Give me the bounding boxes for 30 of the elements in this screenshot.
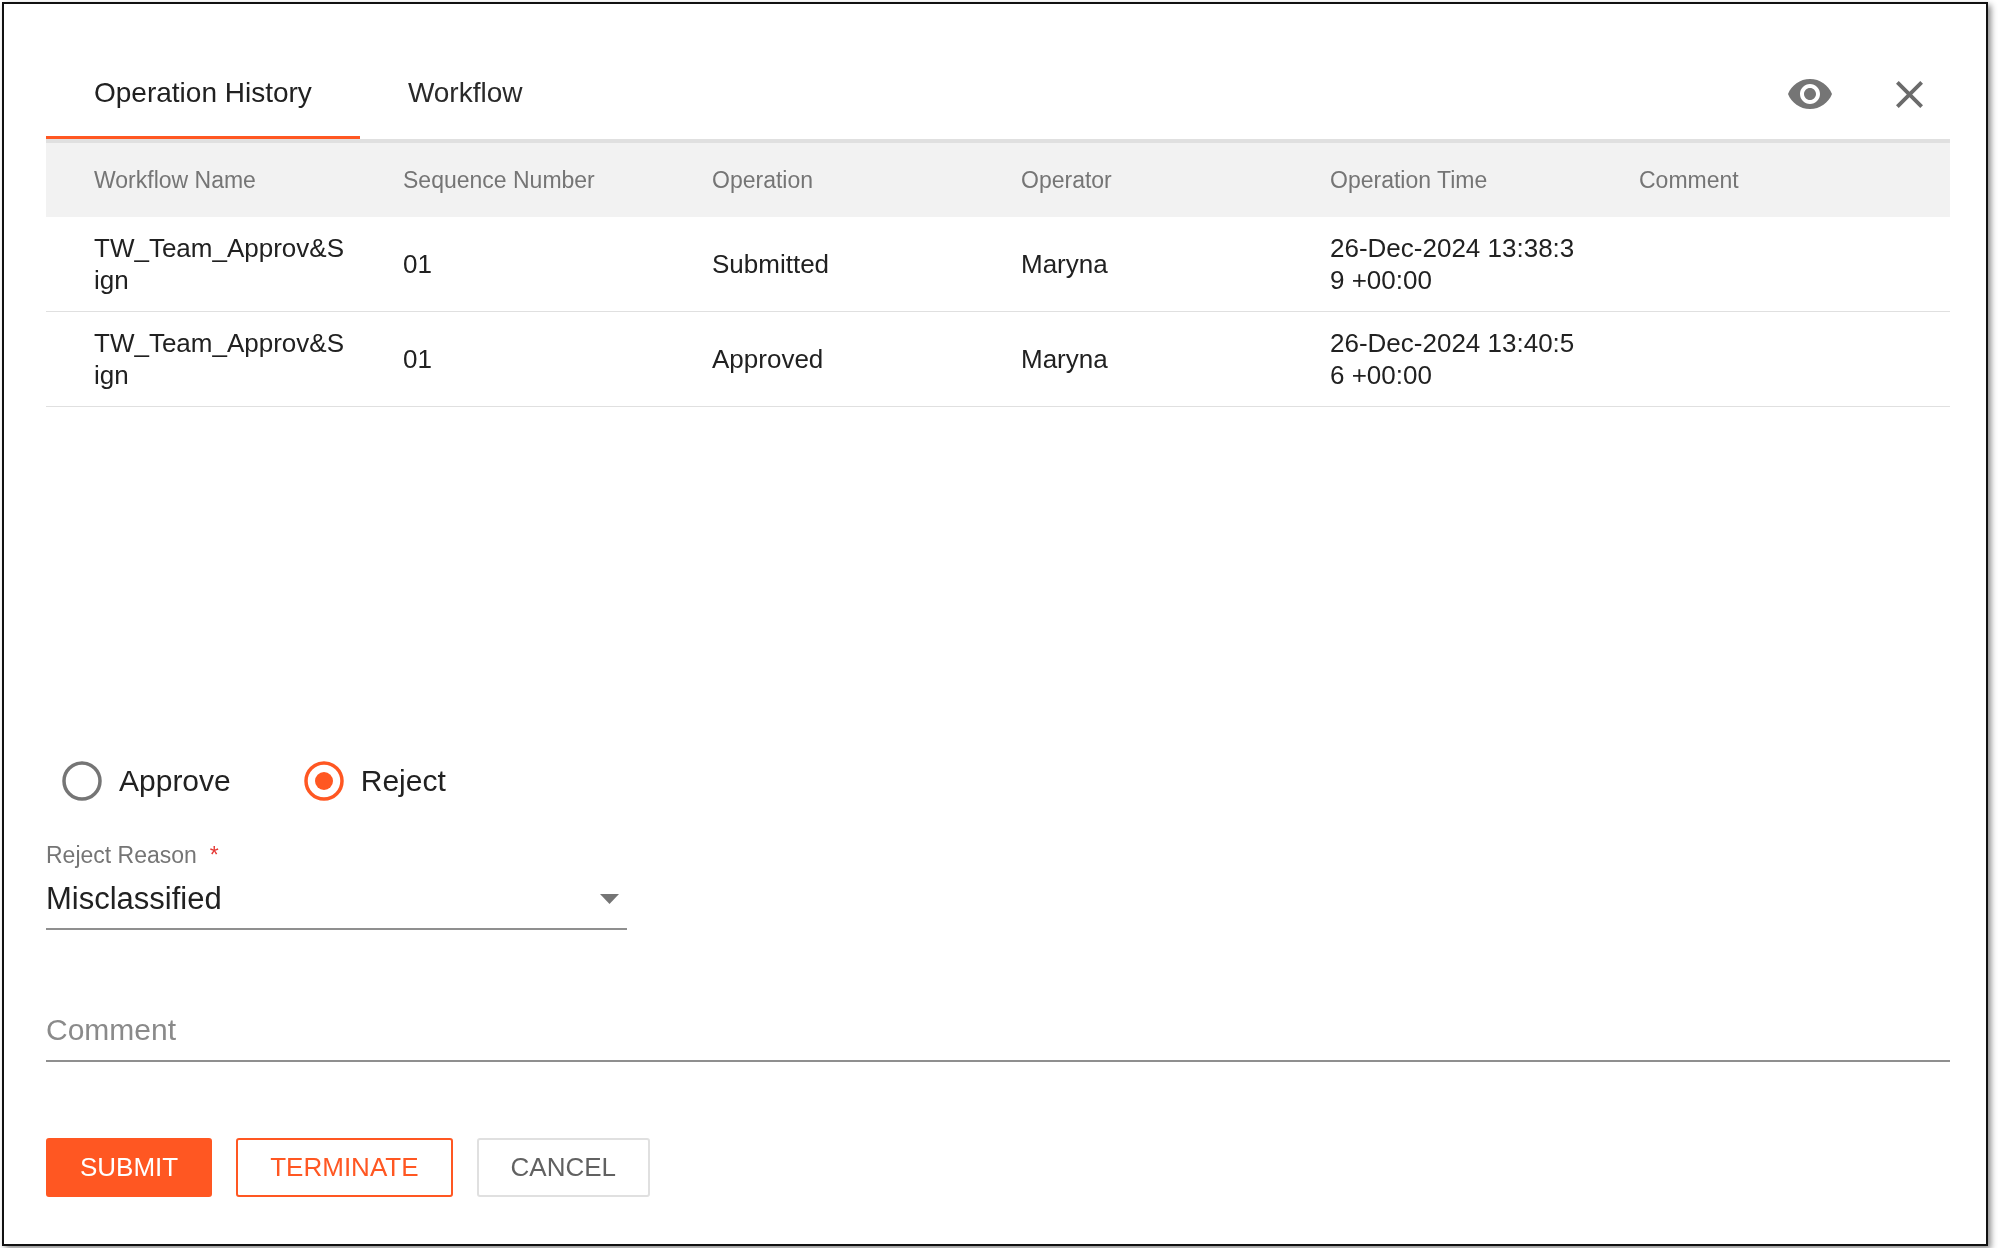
action-button[interactable]: CANCEL <box>476 1138 650 1197</box>
field-label: Reject Reason <box>46 841 197 869</box>
table-cell: Approved <box>712 343 824 375</box>
column-header: Operation <box>712 166 813 194</box>
radio-option[interactable]: Reject <box>303 761 446 801</box>
column-header: Workflow Name <box>94 166 256 194</box>
table-cell: Submitted <box>712 248 830 280</box>
table-cell-text: 26-Dec-2024 13:38:39 +00:00 <box>1330 232 1576 296</box>
comment-field[interactable]: Comment <box>46 1000 1950 1062</box>
dropdown-select[interactable]: Misclassified <box>46 869 627 930</box>
column-header: Sequence Number <box>403 166 595 194</box>
required-asterisk: * <box>209 841 219 869</box>
table-cell-text: 26-Dec-2024 13:40:56 +00:00 <box>1330 327 1576 391</box>
table-cell-text: TW_Team_Approv&Sign <box>94 327 345 391</box>
table-cell: 01 <box>403 248 432 280</box>
table-cell-text: TW_Team_Approv&Sign <box>94 232 345 296</box>
column-header: Comment <box>1639 166 1739 194</box>
table-cell: Maryna <box>1021 248 1108 280</box>
table-cell: Maryna <box>1021 343 1108 375</box>
close-icon[interactable] <box>1896 80 1923 108</box>
tab[interactable]: Workflow <box>359 45 571 139</box>
column-header: Operator <box>1021 166 1112 194</box>
tab[interactable]: Operation History <box>46 45 360 139</box>
table-cell: 01 <box>403 343 432 375</box>
column-header: Operation Time <box>1330 166 1488 194</box>
eye-icon[interactable] <box>1788 79 1832 109</box>
caret-icon <box>600 893 619 904</box>
radio-option[interactable]: Approve <box>62 761 231 801</box>
radio-icon[interactable] <box>62 761 102 801</box>
radio-icon[interactable] <box>303 761 344 801</box>
